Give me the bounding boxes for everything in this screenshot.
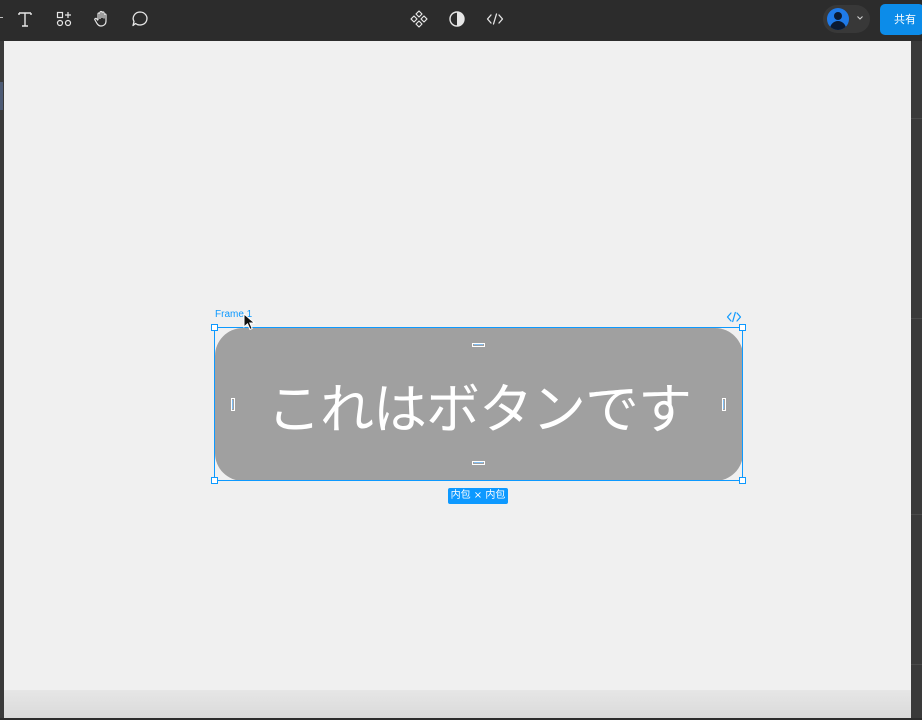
right-panel-edge xyxy=(911,41,922,720)
resources-tool-button[interactable] xyxy=(51,6,77,32)
top-toolbar: 共有 xyxy=(0,0,922,41)
panel-divider xyxy=(911,318,922,319)
size-badge: 内包 × 内包 xyxy=(448,488,508,504)
padding-handle-right[interactable] xyxy=(722,398,726,411)
resize-handle-bottom-right[interactable] xyxy=(739,477,746,484)
resize-handle-bottom-left[interactable] xyxy=(211,477,218,484)
code-brackets-icon xyxy=(486,13,504,25)
dev-mode-button[interactable] xyxy=(482,6,508,32)
hand-tool-button[interactable] xyxy=(89,6,115,32)
text-tool-button[interactable] xyxy=(12,6,38,32)
user-menu[interactable] xyxy=(823,5,870,33)
resize-handle-top-right[interactable] xyxy=(739,324,746,331)
panel-divider xyxy=(911,664,922,665)
theme-button[interactable] xyxy=(444,6,470,32)
padding-handle-top[interactable] xyxy=(472,343,485,347)
padding-handle-bottom[interactable] xyxy=(472,461,485,465)
speech-bubble-icon xyxy=(132,11,148,27)
half-circle-contrast-icon xyxy=(449,11,465,27)
comment-tool-button[interactable] xyxy=(127,6,153,32)
resize-handle-top-left[interactable] xyxy=(211,324,218,331)
avatar xyxy=(827,8,849,30)
panel-divider xyxy=(911,514,922,515)
component-diamond-icon xyxy=(410,10,428,28)
components-button[interactable] xyxy=(406,6,432,32)
share-button[interactable]: 共有 xyxy=(880,4,922,35)
panel-divider xyxy=(911,118,922,119)
canvas-bottom-shade xyxy=(4,690,911,718)
left-panel-accent xyxy=(0,82,3,110)
text-T-icon xyxy=(18,12,32,27)
chevron-down-icon xyxy=(857,16,863,20)
hand-icon xyxy=(94,10,107,27)
selection-box xyxy=(214,327,743,481)
shapes-grid-icon xyxy=(56,11,72,27)
padding-handle-left[interactable] xyxy=(231,398,235,411)
collapsed-menu-edge xyxy=(0,17,3,18)
mouse-cursor-icon xyxy=(243,313,256,331)
